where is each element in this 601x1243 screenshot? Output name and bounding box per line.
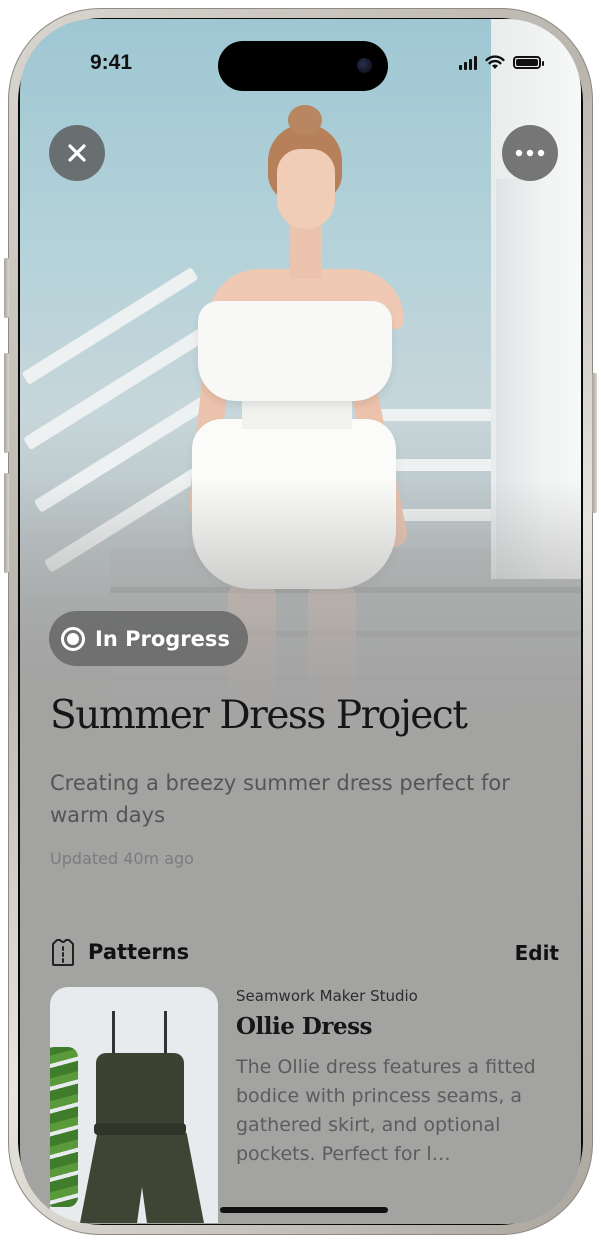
cellular-signal-icon — [459, 55, 477, 70]
in-progress-icon — [61, 626, 85, 651]
status-badge: In Progress — [49, 611, 248, 666]
pattern-description: The Ollie dress features a fitted bodice… — [236, 1056, 536, 1165]
close-icon — [68, 144, 86, 162]
volume-up-button — [4, 353, 9, 453]
edit-patterns-button[interactable]: Edit — [515, 941, 559, 965]
more-options-button[interactable] — [502, 125, 558, 181]
romper-strap — [112, 1011, 115, 1059]
patterns-label: Patterns — [88, 940, 190, 964]
camera-icon — [357, 58, 372, 73]
battery-icon — [513, 56, 544, 69]
action-button — [4, 258, 9, 318]
stair-railing — [370, 409, 500, 421]
home-indicator[interactable] — [220, 1207, 388, 1213]
romper-shorts — [80, 1133, 204, 1223]
pattern-icon — [52, 939, 74, 966]
pattern-source: Seamwork Maker Studio — [236, 987, 418, 1005]
patterns-section-header: Patterns — [50, 937, 189, 967]
project-title: Summer Dress Project — [50, 693, 468, 738]
updated-timestamp: Updated 40m ago — [50, 849, 194, 868]
romper-bodice — [96, 1053, 184, 1133]
stair-railing — [21, 267, 199, 385]
foliage — [50, 1047, 78, 1207]
status-icons — [459, 55, 544, 70]
stair-railing — [23, 321, 217, 451]
dynamic-island — [218, 41, 388, 91]
status-badge-label: In Progress — [95, 626, 230, 651]
power-button — [592, 373, 597, 513]
project-description: Creating a breezy summer dress perfect f… — [50, 771, 510, 827]
ellipsis-icon — [515, 149, 545, 157]
app-screen: 9:41 In Progress Summer Dress Project Cr… — [20, 19, 581, 1224]
pattern-thumbnail — [50, 987, 218, 1223]
volume-down-button — [4, 473, 9, 573]
wifi-icon — [485, 55, 505, 69]
pattern-name: Ollie Dress — [236, 1013, 372, 1040]
close-button[interactable] — [49, 125, 105, 181]
romper-strap — [164, 1011, 167, 1059]
romper-belt — [94, 1123, 186, 1135]
status-time: 9:41 — [90, 51, 133, 74]
